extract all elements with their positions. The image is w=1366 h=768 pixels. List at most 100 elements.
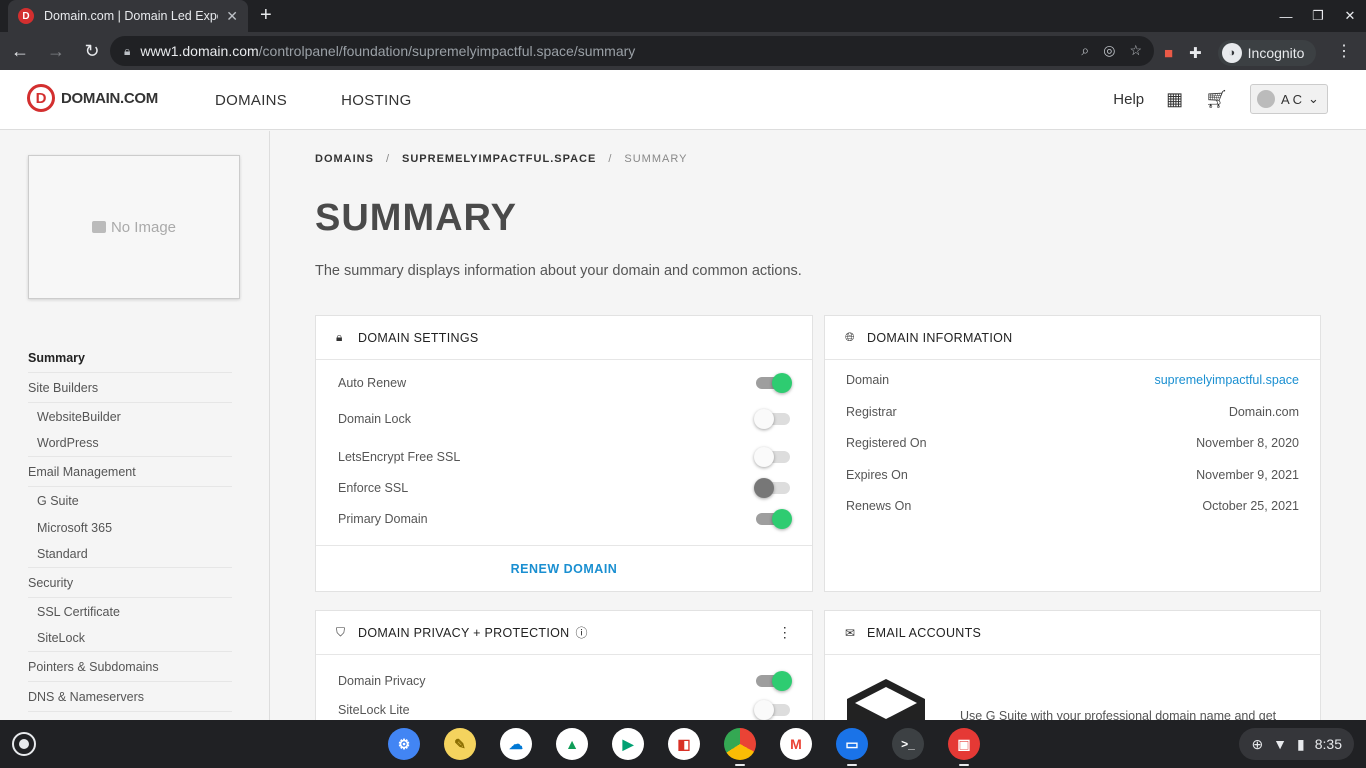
minimize-icon[interactable]: — — [1270, 9, 1302, 24]
sidebar-item[interactable]: Summary — [28, 343, 232, 373]
toggle-switch[interactable] — [756, 509, 792, 529]
card-title: DOMAIN PRIVACY + PROTECTION — [358, 625, 570, 640]
sidebar-item[interactable]: SiteLock — [28, 625, 232, 652]
globe-icon: 🌐︎ — [845, 330, 855, 344]
close-window-icon[interactable]: ✕ — [1334, 8, 1366, 24]
logo-text: DOMAIN.COM — [61, 89, 158, 107]
nav-domains[interactable]: DOMAINS — [215, 92, 287, 109]
setting-row: Domain Privacy — [316, 665, 812, 697]
drive-app-icon[interactable]: ▲ — [556, 728, 588, 760]
toggle-knob — [772, 671, 792, 691]
terminal-app-icon[interactable]: >_ — [892, 728, 924, 760]
system-tray[interactable]: ⊕ ▼ ▮ 8:35 — [1239, 728, 1354, 760]
window-controls: — ❐ ✕ — [1270, 0, 1366, 32]
toggle-switch[interactable] — [754, 700, 790, 720]
tab-title: Domain.com | Domain Led Expe — [44, 9, 219, 23]
breadcrumb-domain[interactable]: SUPREMELYIMPACTFUL.SPACE — [402, 153, 596, 165]
email-promo-text: Use G Suite with your professional domai… — [960, 709, 1277, 720]
breadcrumb-domains[interactable]: DOMAINS — [315, 153, 374, 165]
close-tab-icon[interactable]: ✕ — [226, 8, 238, 25]
user-initials: A C — [1281, 91, 1302, 107]
sidebar-item[interactable]: Email Management — [28, 457, 232, 487]
setting-label: Domain Lock — [338, 412, 411, 426]
video-extension-icon[interactable]: ■ — [1164, 45, 1173, 62]
apps-grid-icon[interactable]: ▦ — [1166, 89, 1183, 110]
main-nav: DOMAINS HOSTING — [215, 92, 412, 109]
domain-link[interactable]: supremelyimpactful.space — [1154, 373, 1299, 405]
address-bar[interactable]: 🔒︎ www1.domain.com/controlpanel/foundati… — [110, 36, 1154, 66]
setting-label: Auto Renew — [338, 376, 407, 390]
help-link[interactable]: Help — [1113, 91, 1144, 108]
sidebar-item[interactable]: G Suite — [28, 487, 232, 514]
main-content: DOMAINS / SUPREMELYIMPACTFUL.SPACE / SUM… — [270, 131, 1366, 720]
breadcrumb-current: SUMMARY — [624, 153, 688, 165]
nav-hosting[interactable]: HOSTING — [341, 92, 411, 109]
info-value: Domain.com — [1228, 404, 1299, 419]
sidebar-item[interactable]: Site Builders — [28, 373, 232, 403]
breadcrumb: DOMAINS / SUPREMELYIMPACTFUL.SPACE / SUM… — [315, 153, 687, 165]
play-store-app-icon[interactable]: ▶ — [612, 728, 644, 760]
domain-settings-card: 🔒︎ DOMAIN SETTINGS Auto Renew Domain Lock… — [315, 315, 813, 592]
site-header: D DOMAIN.COM DOMAINS HOSTING Help ▦ 🛒︎ A… — [0, 70, 1366, 130]
chrome-app-icon[interactable] — [724, 728, 756, 766]
renew-domain-button[interactable]: RENEW DOMAIN — [316, 545, 812, 591]
sidebar-item[interactable]: DNS & Nameservers — [28, 682, 232, 712]
setting-row: Auto Renew — [316, 366, 812, 400]
settings-app-icon[interactable]: ⚙ — [388, 728, 420, 760]
sidebar-item[interactable]: Microsoft 365 — [28, 514, 232, 541]
toggle-switch[interactable] — [754, 478, 790, 498]
card-header: ✉ EMAIL ACCOUNTS — [825, 611, 1320, 655]
shield-icon: ⛉ — [336, 625, 346, 639]
help-circle-icon[interactable]: ⓘ — [576, 624, 588, 641]
info-label: Registered On — [846, 436, 927, 450]
envelope-icon: ✉ — [845, 625, 856, 640]
back-icon[interactable]: ← — [4, 35, 36, 67]
setting-label: Domain Privacy — [338, 674, 426, 688]
toggle-switch[interactable] — [754, 447, 790, 467]
maximize-icon[interactable]: ❐ — [1302, 8, 1334, 24]
browser-tab[interactable]: D Domain.com | Domain Led Expe ✕ — [8, 0, 248, 32]
toggle-knob — [754, 409, 774, 429]
sidebar-item[interactable]: Standard — [28, 541, 232, 568]
incognito-badge[interactable]: ◑ Incognito — [1217, 40, 1317, 66]
reload-icon[interactable]: ↻ — [76, 35, 108, 67]
breadcrumb-separator: / — [608, 153, 613, 165]
files-app-icon[interactable]: ▭ — [836, 728, 868, 766]
zoom-icon[interactable]: ⌕ — [1081, 42, 1089, 59]
sidebar-item[interactable]: Security — [28, 568, 232, 598]
more-options-icon[interactable]: ⋮ — [778, 624, 792, 641]
puzzle-icon[interactable]: ✚ — [1189, 44, 1202, 62]
sidebar-item[interactable]: WebsiteBuilder — [28, 403, 232, 430]
forward-icon[interactable]: → — [40, 35, 72, 67]
toggle-switch[interactable] — [756, 671, 792, 691]
sidebar-item[interactable]: SSL Certificate — [28, 598, 232, 625]
setting-row: Primary Domain — [316, 500, 812, 538]
chevron-down-icon: ⌄ — [1307, 91, 1319, 106]
cart-icon[interactable]: 🛒︎ — [1205, 89, 1228, 110]
domain-logo[interactable]: D DOMAIN.COM — [27, 84, 158, 112]
toggle-switch[interactable] — [754, 409, 790, 429]
email-accounts-card: ✉ EMAIL ACCOUNTS Use G Suite with your p… — [824, 610, 1321, 720]
info-value: November 9, 2021 — [1196, 467, 1299, 482]
add-circle-icon: ⊕ — [1251, 735, 1264, 752]
gmail-app-icon[interactable]: M — [780, 728, 812, 760]
toggle-knob — [772, 373, 792, 393]
sidebar-item[interactable]: Pointers & Subdomains — [28, 652, 232, 682]
onedrive-app-icon[interactable]: ☁ — [500, 728, 532, 760]
toggle-knob — [754, 447, 774, 467]
gallery-app-icon[interactable]: ◧ — [668, 728, 700, 760]
eye-slash-icon[interactable]: ◎ — [1103, 42, 1115, 59]
user-menu[interactable]: A C ⌄ — [1250, 84, 1328, 114]
notes-app-icon[interactable]: ✎ — [444, 728, 476, 760]
launcher-icon[interactable] — [12, 732, 36, 756]
sidebar-item[interactable]: WordPress — [28, 430, 232, 457]
domain-privacy-card: ⛉ DOMAIN PRIVACY + PROTECTION ⓘ ⋮ Domain… — [315, 610, 813, 720]
breadcrumb-separator: / — [385, 153, 391, 165]
new-tab-icon[interactable]: + — [260, 4, 272, 27]
toggle-switch[interactable] — [756, 373, 792, 393]
card-header: 🔒︎ DOMAIN SETTINGS — [316, 316, 812, 360]
photos-app-icon[interactable]: ▣ — [948, 728, 980, 766]
browser-menu-icon[interactable]: ⋮ — [1336, 41, 1352, 61]
info-row: Expires On November 9, 2021 — [825, 468, 1320, 500]
star-icon[interactable]: ☆ — [1129, 42, 1142, 59]
